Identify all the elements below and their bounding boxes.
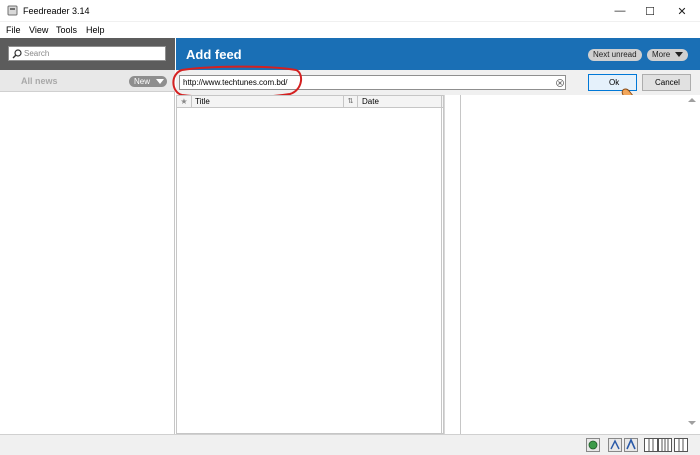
font-size-large-icon[interactable] (624, 438, 638, 452)
chevron-down-icon (156, 79, 164, 84)
layout-columns-icon[interactable] (658, 438, 672, 452)
star-column-header[interactable]: ★ (177, 96, 192, 108)
layout-grid-icon[interactable] (674, 438, 688, 452)
column-divider (441, 96, 442, 435)
sidebar-search-area: Search (0, 38, 175, 70)
menu-view[interactable]: View (29, 25, 48, 35)
article-list[interactable]: ★ Title ⇅ Date (176, 95, 444, 435)
menu-help[interactable]: Help (86, 25, 105, 35)
title-bar: Feedreader 3.14 — ☐ ✕ (0, 0, 700, 22)
title-column-header[interactable]: Title (195, 97, 210, 106)
search-icon (12, 49, 22, 59)
feed-sidebar: Search All news New (0, 38, 175, 434)
all-news-label[interactable]: All news (21, 76, 58, 86)
feedreader-app-icon (7, 5, 18, 16)
status-bar (0, 434, 700, 455)
next-unread-label: Next unread (593, 50, 637, 59)
new-button-label: New (134, 77, 151, 86)
window-title: Feedreader 3.14 (23, 6, 90, 16)
sidebar-filter-row: All news New (0, 70, 175, 92)
refresh-icon[interactable] (586, 438, 600, 452)
cancel-label: Cancel (655, 78, 680, 87)
search-input[interactable]: Search (8, 46, 166, 61)
pane-splitter[interactable] (444, 95, 460, 434)
ok-label: Ok (609, 78, 620, 87)
search-placeholder: Search (24, 49, 50, 58)
new-button[interactable]: New (129, 76, 167, 87)
maximize-button[interactable]: ☐ (635, 0, 665, 22)
scroll-up-icon[interactable] (688, 98, 696, 102)
menu-file[interactable]: File (6, 25, 21, 35)
preview-scrollbar[interactable] (684, 95, 700, 434)
font-size-icon[interactable] (608, 438, 622, 452)
menu-bar: File View Tools Help (0, 22, 700, 38)
annotation-circle (172, 65, 303, 99)
layout-icon[interactable] (644, 438, 658, 452)
close-button[interactable]: ✕ (667, 0, 697, 22)
clear-input-icon[interactable] (556, 79, 564, 87)
more-label: More (652, 50, 671, 59)
next-unread-button[interactable]: Next unread (588, 49, 642, 61)
minimize-button[interactable]: — (605, 0, 635, 22)
chevron-down-icon (675, 52, 683, 57)
article-preview-pane (460, 95, 684, 434)
date-column-header[interactable]: Date (362, 97, 379, 106)
more-button[interactable]: More (647, 49, 688, 61)
scroll-down-icon[interactable] (688, 421, 696, 425)
page-title: Add feed (186, 47, 242, 62)
sort-column-header[interactable]: ⇅ (343, 96, 358, 108)
menu-tools[interactable]: Tools (56, 25, 77, 35)
article-list-header: ★ Title ⇅ Date (177, 96, 443, 108)
